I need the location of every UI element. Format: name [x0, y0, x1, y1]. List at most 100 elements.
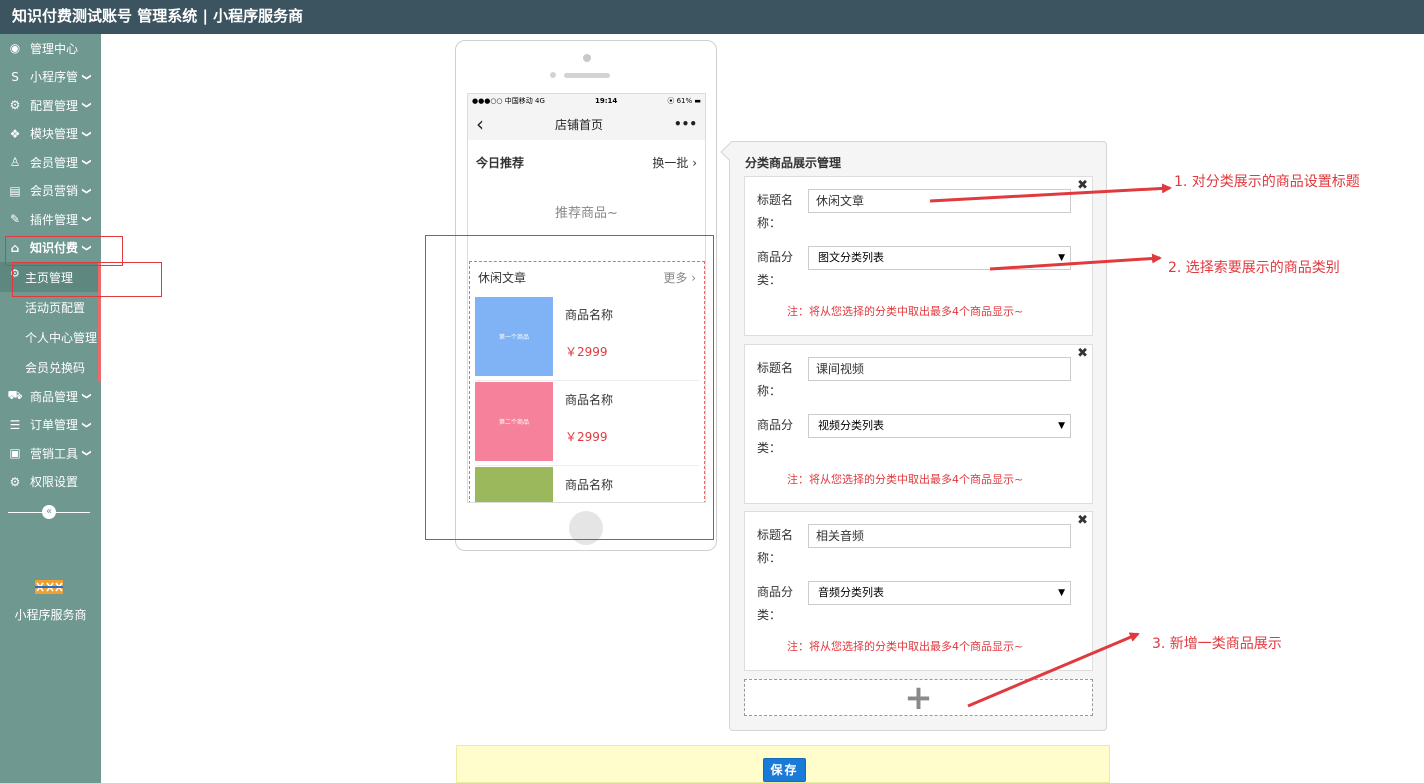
sidebar-item-label: 管理中心 [30, 41, 79, 56]
miniapp-s-icon: S [11, 69, 19, 84]
app-title: 知识付费测试账号 管理系统 | 小程序服务商 [12, 7, 304, 25]
close-icon[interactable]: ✖ [1077, 178, 1088, 193]
goods-category-label: 商品分类： [757, 250, 794, 287]
sidebar-item[interactable]: ⚙ 配置管理 ❯ [0, 91, 101, 120]
save-bar: 保存 [456, 745, 1110, 783]
sidebar-collapse-line: « [8, 505, 90, 519]
highlight-box-category [425, 235, 714, 540]
phone-status-bar: ●●●○○ 中国移动 4G 19:14 ⦿ 61% ▬ [468, 94, 705, 108]
goods-category-label: 商品分类： [757, 418, 794, 455]
dropdown-arrow-icon: ▼ [1058, 253, 1065, 263]
sidebar-item[interactable]: ◉ 管理中心 [0, 34, 101, 63]
phone-page-title: 店铺首页 [554, 117, 603, 132]
phone-speaker [564, 73, 610, 78]
sidebar-item-label: 插件管理 [30, 212, 79, 227]
status-battery: ⦿ 61% ▬ [667, 97, 701, 105]
goods-category-select[interactable]: 图文分类列表 ▼ [808, 246, 1071, 270]
title-name-input[interactable]: 相关音频 [808, 524, 1071, 548]
phone-nav-bar: ‹ 店铺首页 ••• [468, 108, 705, 140]
back-icon[interactable]: ‹ [476, 114, 484, 134]
app-title-bar: 知识付费测试账号 管理系统 | 小程序服务商 [0, 0, 1424, 34]
category-note: 注：将从您选择的分类中取出最多4个商品显示~ [787, 305, 1024, 318]
sidebar-item-label: 商品管理 [30, 389, 79, 404]
category-section-card: ✖ 标题名称： 课间视频 商品分类： 视频分类列表 ▼ 注：将从您选择的分类中取出最多4个商… [744, 344, 1093, 504]
recommend-header: 今日推荐 换一批 › [468, 140, 705, 180]
dashboard-icon: ◉ [9, 41, 21, 56]
select-value: 图文分类列表 [818, 251, 884, 264]
sidebar-item-label: 营销工具 [30, 446, 79, 461]
recommend-placeholder: 推荐商品~ [555, 206, 618, 221]
sidebar-item[interactable]: S 小程序管 ❯ [0, 63, 101, 92]
sidebar-item-label: 会员营销 [30, 184, 79, 199]
title-name-input[interactable]: 课间视频 [808, 357, 1071, 381]
sidebar-item[interactable]: ✎ 插件管理 ❯ [0, 205, 101, 234]
sidebar-item[interactable]: ❖ 模块管理 ❯ [0, 120, 101, 149]
category-display-panel: 分类商品展示管理 ✖ 标题名称： 休闲文章商品分类： 图文分类列表 ▼ 注：将从您选择的分… [720, 141, 1107, 731]
id-card-icon: ▤ [9, 183, 21, 198]
select-value: 视频分类列表 [818, 419, 884, 432]
goods-category-select[interactable]: 音频分类列表 ▼ [808, 581, 1071, 605]
cubes-icon: ❖ [9, 126, 21, 141]
plug-icon: ✎ [9, 212, 21, 227]
briefcase-icon: ▣ [9, 446, 21, 461]
brand-logo-icon [35, 580, 63, 594]
select-value: 音频分类列表 [818, 586, 884, 599]
annotation-1: 1. 对分类展示的商品设置标题 [1174, 174, 1360, 190]
chevron-down-icon: ❯ [80, 392, 91, 401]
sidebar-item-label: 小程序管 [30, 70, 79, 85]
add-section-button[interactable]: + [744, 677, 1093, 718]
chevron-down-icon: ❯ [80, 449, 91, 458]
annotation-2: 2. 选择索要展示的商品类别 [1168, 260, 1340, 276]
sidebar-subitem[interactable]: 个人中心管理 [0, 322, 101, 352]
sidebar-item[interactable]: ♙ 会员管理 ❯ [0, 148, 101, 177]
sidebar-nav-lower: ⛟ 商品管理 ❯ ☰ 订单管理 ❯ ▣ 营销工具 ❯ ⚙ 权限设置 [0, 382, 101, 496]
close-icon[interactable]: ✖ [1077, 346, 1088, 361]
cart-icon: ⛟ [7, 388, 23, 403]
chevron-down-icon: ❯ [80, 101, 91, 110]
title-name-input[interactable]: 休闲文章 [808, 189, 1071, 213]
plus-icon: + [904, 677, 933, 718]
sidebar-item-label: 权限设置 [30, 475, 79, 490]
sidebar-item-label: 会员管理 [30, 155, 79, 170]
sidebar-item[interactable]: ☰ 订单管理 ❯ [0, 411, 101, 440]
save-button[interactable]: 保存 [763, 758, 806, 782]
panel-pointer [720, 143, 738, 161]
sidebar-item[interactable]: ▤ 会员营销 ❯ [0, 177, 101, 206]
sidebar-item-label: 配置管理 [30, 98, 79, 113]
status-time: 19:14 [594, 97, 618, 105]
dropdown-arrow-icon: ▼ [1058, 421, 1065, 431]
title-name-label: 标题名称： [757, 361, 794, 398]
chevron-down-icon: ❯ [80, 186, 91, 195]
sidebar-item[interactable]: ⛟ 商品管理 ❯ [0, 382, 101, 411]
close-icon[interactable]: ✖ [1077, 513, 1088, 528]
more-menu-icon[interactable]: ••• [674, 117, 697, 131]
category-note: 注：将从您选择的分类中取出最多4个商品显示~ [787, 640, 1024, 653]
brand-name: 小程序服务商 [14, 608, 87, 622]
refresh-link[interactable]: 换一批 › [652, 154, 697, 180]
dropdown-arrow-icon: ▼ [1058, 588, 1065, 598]
sidebar-item[interactable]: ▣ 营销工具 ❯ [0, 439, 101, 468]
sidebar-nav: ◉ 管理中心 S 小程序管 ❯ ⚙ 配置管理 ❯ ❖ 模块管理 ❯ ♙ 会员管理 ❯ ▤ 会员营销 ❯ ✎ 插件管理… [0, 34, 101, 262]
chevron-down-icon: ❯ [80, 420, 91, 429]
category-section-card: ✖ 标题名称： 休闲文章商品分类： 图文分类列表 ▼ 注：将从您选择的分类中取出最多4个商… [744, 176, 1093, 336]
category-section-card: ✖ 标题名称： 相关音频商品分类： 音频分类列表 ▼ 注：将从您选择的分类中取出最多4个商… [744, 511, 1093, 671]
goods-category-select[interactable]: 视频分类列表 ▼ [808, 414, 1071, 438]
sidebar-item[interactable]: ⚙ 权限设置 [0, 468, 101, 497]
sidebar: ◉ 管理中心 S 小程序管 ❯ ⚙ 配置管理 ❯ ❖ 模块管理 ❯ ♙ 会员管理 ❯ ▤ 会员营销 ❯ ✎ 插件管理… [0, 34, 101, 783]
chevron-down-icon: ❯ [80, 215, 91, 224]
cogs-icon: ⚙ [9, 98, 21, 113]
title-name-label: 标题名称： [757, 193, 794, 230]
chevron-down-icon: ❯ [80, 129, 91, 138]
highlight-box-subnav [12, 262, 162, 297]
collapse-icon[interactable]: « [42, 505, 56, 519]
goods-category-label: 商品分类： [757, 585, 794, 622]
phone-sensor [550, 72, 556, 78]
sidebar-subitem[interactable]: 会员兑换码 [0, 352, 101, 382]
title-name-label: 标题名称： [757, 528, 794, 565]
list-icon: ☰ [9, 417, 21, 432]
annotation-3: 3. 新增一类商品展示 [1152, 636, 1282, 652]
panel-title: 分类商品展示管理 [745, 156, 842, 170]
recommend-title: 今日推荐 [476, 156, 525, 170]
sidebar-item-label: 模块管理 [30, 127, 79, 142]
user-icon: ♙ [9, 155, 21, 170]
